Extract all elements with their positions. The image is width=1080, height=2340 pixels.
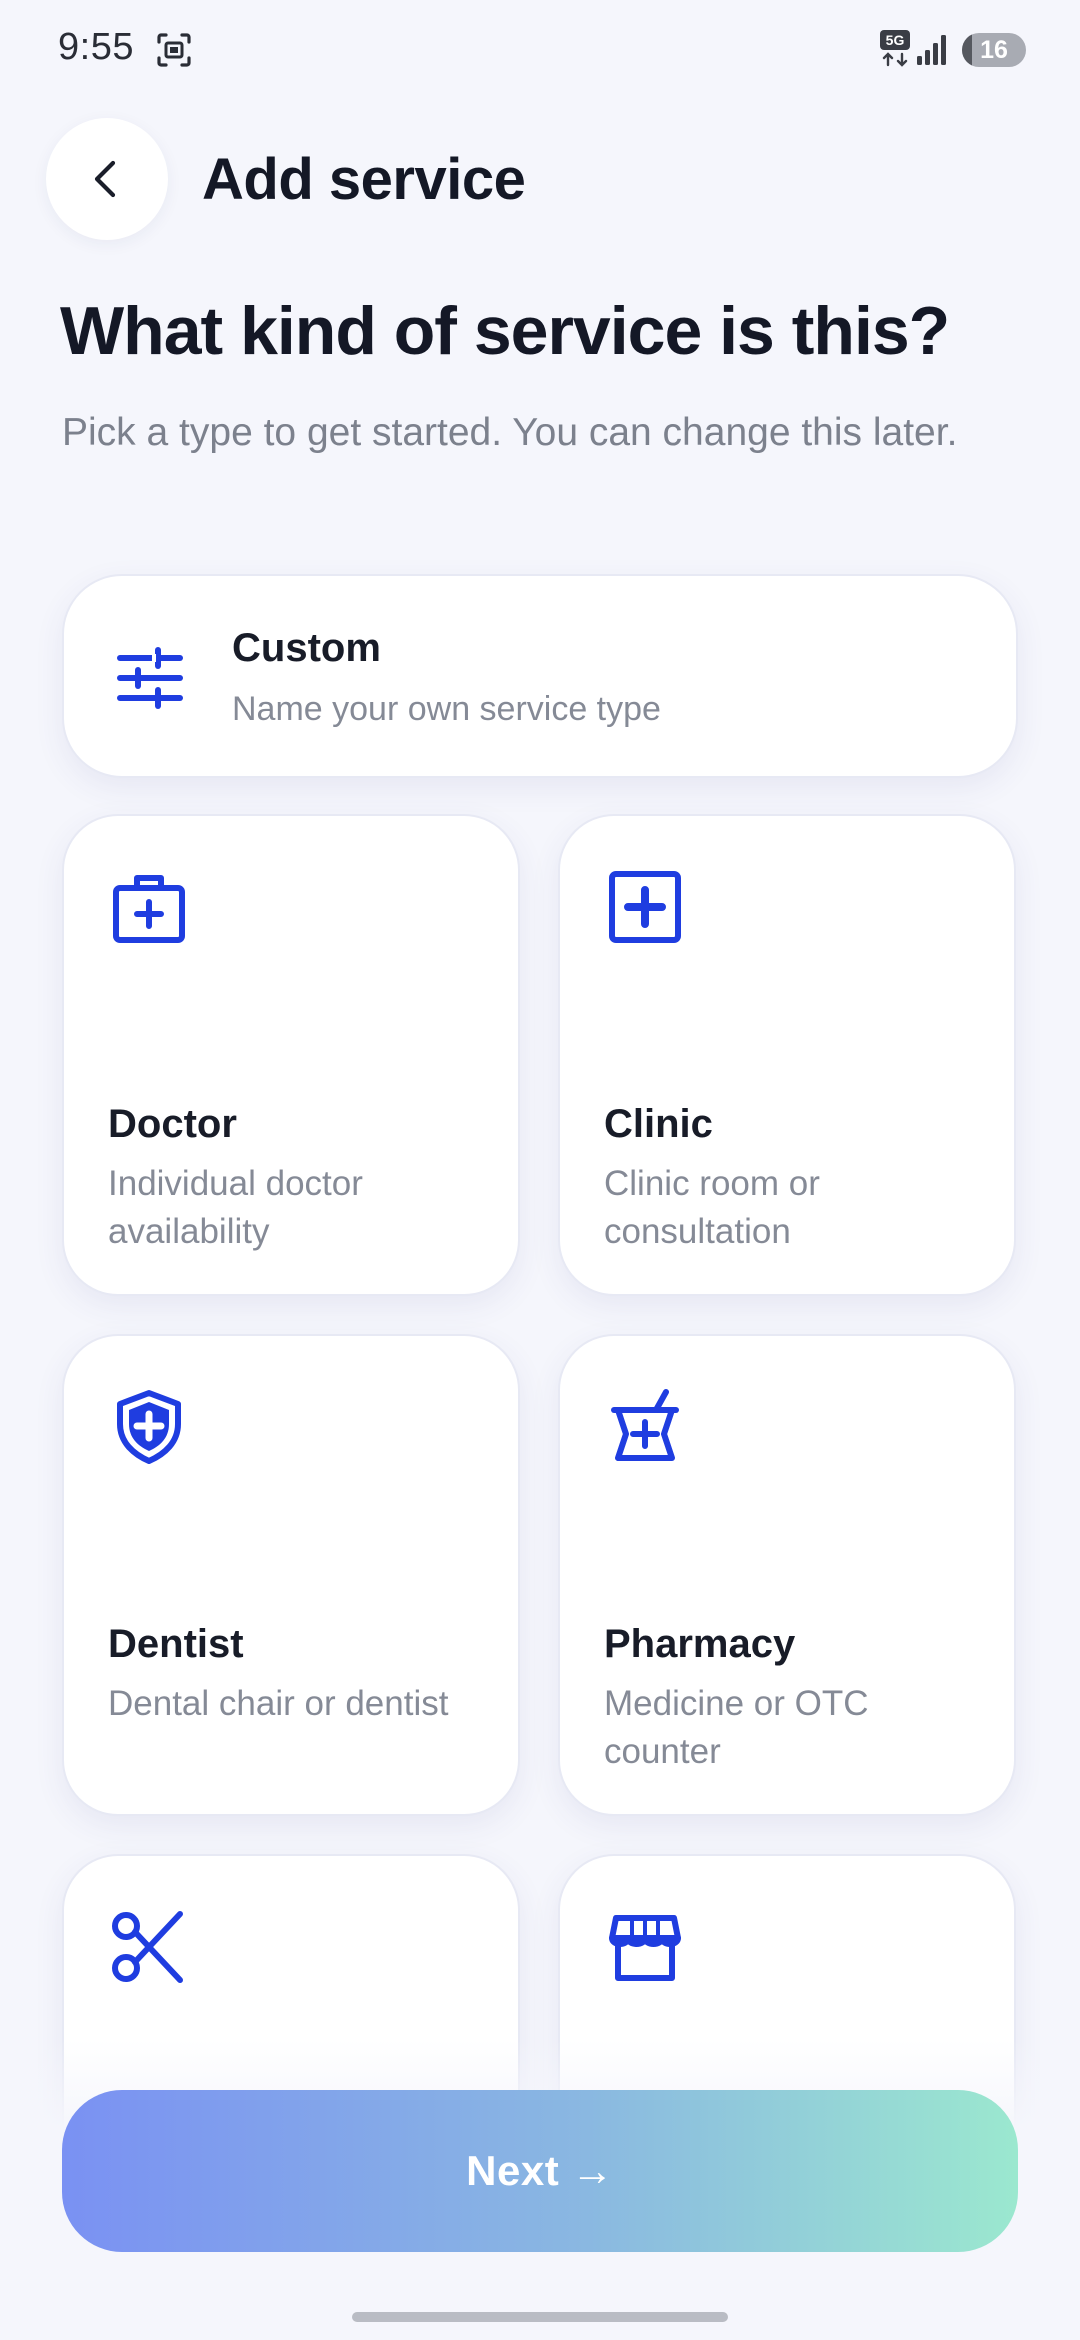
card-title: Clinic [604, 1102, 713, 1146]
medical-bag-icon [113, 875, 185, 943]
service-type-dentist[interactable]: Dentist Dental chair or dentist [62, 1334, 520, 1816]
status-bar: 9:55 5G 16 [0, 0, 1080, 100]
sliders-icon [117, 647, 183, 709]
storefront-icon [609, 1915, 681, 1981]
card-description: Dental chair or dentist [108, 1684, 449, 1723]
signal-icon [917, 35, 946, 65]
scissors-icon [112, 1911, 183, 1983]
medical-square-icon [609, 871, 681, 943]
card-title: Custom [232, 626, 381, 670]
back-button[interactable] [46, 118, 168, 240]
status-time: 9:55 [58, 26, 134, 68]
network-5g-icon: 5G [880, 30, 910, 67]
battery-level: 16 [980, 35, 1008, 64]
battery-indicator: 16 [962, 33, 1026, 67]
service-type-doctor[interactable]: Doctor Individual doctor availability [62, 814, 520, 1296]
mortar-pestle-icon [611, 1389, 679, 1461]
card-description: Medicine or OTC counter [604, 1684, 869, 1771]
add-service-screen: 9:55 5G 16 Add service What kind of serv… [0, 0, 1080, 2340]
service-type-pharmacy[interactable]: Pharmacy Medicine or OTC counter [558, 1334, 1016, 1816]
page-subtitle: Pick a type to get started. You can chan… [62, 411, 958, 454]
svg-text:5G: 5G [886, 32, 905, 48]
header-title: Add service [202, 147, 526, 212]
home-indicator[interactable] [352, 2312, 728, 2322]
service-type-clinic[interactable]: Clinic Clinic room or consultation [558, 814, 1016, 1296]
next-label: Next → [466, 2147, 614, 2194]
screenshot-icon [157, 33, 191, 67]
shield-plus-icon [117, 1390, 181, 1464]
card-title: Pharmacy [604, 1622, 796, 1666]
card-description: Clinic room or consultation [604, 1164, 820, 1251]
chevron-left-icon [94, 160, 116, 198]
card-description: Individual doctor availability [108, 1164, 363, 1251]
next-button[interactable]: Next → [62, 2090, 1018, 2252]
card-description: Name your own service type [232, 690, 661, 728]
page-title: What kind of service is this? [60, 293, 950, 369]
card-title: Dentist [108, 1622, 244, 1666]
service-type-custom[interactable]: Custom Name your own service type [62, 574, 1018, 778]
card-title: Doctor [108, 1102, 237, 1146]
